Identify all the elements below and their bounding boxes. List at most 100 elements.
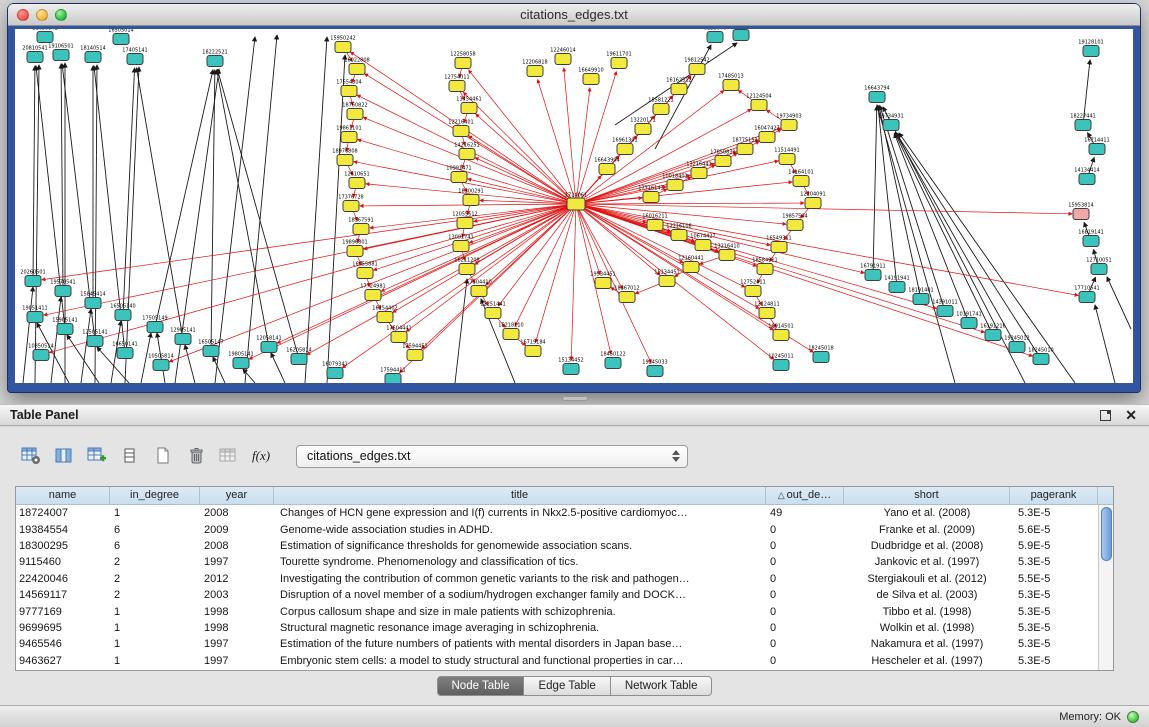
network-edge[interactable] xyxy=(381,204,576,291)
network-edge[interactable] xyxy=(61,64,63,291)
network-canvas[interactable]: 1724061159502421602280817554304187608221… xyxy=(15,29,1133,383)
network-edge[interactable] xyxy=(123,68,135,315)
network-edge[interactable] xyxy=(576,88,590,204)
network-node[interactable]: 12258058 xyxy=(450,52,475,69)
network-edge[interactable] xyxy=(1095,305,1115,383)
network-edge[interactable] xyxy=(873,106,877,275)
network-edge[interactable] xyxy=(475,158,576,204)
network-node[interactable]: 16549311 xyxy=(766,236,791,253)
network-edge[interactable] xyxy=(576,203,804,204)
network-node[interactable]: 17505149 xyxy=(142,316,167,333)
network-node[interactable]: 18245018 xyxy=(808,346,833,363)
network-node[interactable]: 12124811 xyxy=(754,302,779,319)
network-node[interactable]: 16022808 xyxy=(344,58,369,75)
network-node[interactable]: 16254402 xyxy=(372,306,397,323)
network-node[interactable]: 13754461 xyxy=(456,97,481,114)
network-node[interactable]: 16505014 xyxy=(108,29,133,45)
table-row[interactable]: 969969511998Structural magnetic resonanc… xyxy=(16,620,1098,636)
network-node[interactable]: 18367591 xyxy=(348,218,373,235)
network-node[interactable]: 8133046 xyxy=(704,29,726,43)
network-node[interactable]: 16643904 xyxy=(594,158,619,175)
network-node[interactable]: 20810541 xyxy=(22,46,47,63)
tab-edge-table[interactable]: Edge Table xyxy=(524,676,610,696)
network-node[interactable]: 12710051 xyxy=(1086,258,1111,275)
network-node[interactable]: 14191941 xyxy=(884,276,909,293)
close-panel-icon[interactable]: ✕ xyxy=(1125,410,1137,421)
network-node[interactable]: 18222521 xyxy=(202,50,227,67)
network-edge[interactable] xyxy=(1107,277,1131,329)
float-panel-icon[interactable] xyxy=(1100,410,1111,421)
table-settings-icon[interactable] xyxy=(16,442,46,470)
network-edge[interactable] xyxy=(307,204,576,355)
network-node[interactable]: 16505140 xyxy=(110,304,135,321)
table-row[interactable]: 977716911998Corpus callosum shape and si… xyxy=(16,603,1098,619)
window-titlebar[interactable]: citations_edges.txt xyxy=(8,4,1140,26)
network-node[interactable]: 17716141 xyxy=(638,186,663,203)
network-node[interactable]: 18976808 xyxy=(332,149,357,166)
network-node[interactable]: 12905141 xyxy=(170,328,195,345)
table-row[interactable]: 1830029562008Estimation of significance … xyxy=(16,538,1098,554)
table-row[interactable]: 1872400712008Changes of HCN gene express… xyxy=(16,505,1098,521)
network-edge[interactable] xyxy=(455,279,467,383)
network-node[interactable]: 20260501 xyxy=(20,270,45,287)
network-node[interactable]: 15905141 xyxy=(52,318,77,335)
minimize-button[interactable] xyxy=(36,9,48,21)
network-node[interactable]: 17554304 xyxy=(336,80,361,97)
splitter-handle-icon[interactable] xyxy=(562,396,588,401)
network-node[interactable]: 14164101 xyxy=(788,170,813,187)
network-node[interactable]: 15134451 xyxy=(654,270,679,287)
zoom-button[interactable] xyxy=(55,9,67,21)
network-node[interactable]: 15134452 xyxy=(558,358,583,375)
network-node[interactable]: 10245011 xyxy=(768,354,793,371)
network-node[interactable]: 16961301 xyxy=(612,138,637,155)
network-edge[interactable] xyxy=(23,287,33,383)
network-edge[interactable] xyxy=(576,204,864,273)
network-edge[interactable] xyxy=(217,70,299,359)
network-node[interactable]: 15953814 xyxy=(1068,203,1093,220)
network-edge[interactable] xyxy=(486,204,576,285)
close-button[interactable] xyxy=(17,9,29,21)
network-node[interactable]: 17485013 xyxy=(718,74,743,91)
network-node[interactable]: 19051411 xyxy=(22,306,47,323)
network-edge[interactable] xyxy=(576,204,1032,356)
network-node[interactable]: 14216251 xyxy=(454,143,479,160)
network-edge[interactable] xyxy=(271,353,285,383)
network-node[interactable]: 16719184 xyxy=(520,340,545,357)
network-node[interactable]: 15845414 xyxy=(80,292,105,309)
column-header-in_degree[interactable]: in_degree xyxy=(110,487,200,504)
network-node[interactable]: 15218110 xyxy=(498,323,523,340)
row-options-icon[interactable] xyxy=(115,442,145,470)
show-columns-icon[interactable] xyxy=(49,442,79,470)
tab-node-table[interactable]: Node Table xyxy=(437,676,525,696)
network-edge[interactable] xyxy=(51,297,61,383)
network-node[interactable]: 17594451 xyxy=(402,344,427,361)
network-node[interactable]: 16819141 xyxy=(1078,230,1103,247)
map-table-icon[interactable] xyxy=(214,442,244,470)
column-header-year[interactable]: year xyxy=(200,487,274,504)
network-node[interactable]: 16211208 xyxy=(454,258,479,275)
column-header-name[interactable]: name xyxy=(16,487,110,504)
network-node[interactable]: 18367012 xyxy=(614,286,639,303)
column-header-short[interactable]: short xyxy=(844,487,1010,504)
vertical-scrollbar[interactable] xyxy=(1098,505,1113,670)
panel-splitter[interactable] xyxy=(0,392,1149,404)
network-node[interactable]: 12752411 xyxy=(740,280,765,297)
network-node[interactable]: 10505814 xyxy=(148,354,173,371)
column-header-pagerank[interactable]: pagerank xyxy=(1010,487,1098,504)
network-node[interactable]: 15950242 xyxy=(330,36,355,53)
network-node[interactable]: 16649910 xyxy=(578,68,603,85)
network-node[interactable]: 17724981 xyxy=(360,284,385,301)
network-node[interactable]: 16505147 xyxy=(198,340,223,357)
network-node[interactable]: 18300291 xyxy=(458,189,483,206)
network-edge[interactable] xyxy=(365,74,576,204)
table-row[interactable]: 2242004622012Investigating the contribut… xyxy=(16,571,1098,587)
network-edge[interactable] xyxy=(33,66,35,281)
table-row[interactable]: 911546021997Tourette syndrome. Phenomeno… xyxy=(16,554,1098,570)
network-node[interactable]: 12251441 xyxy=(480,302,505,319)
network-node[interactable]: 16079341 xyxy=(322,362,347,379)
network-node[interactable]: 19805141 xyxy=(228,352,253,369)
network-node[interactable]: 19857504 xyxy=(782,214,807,231)
network-node[interactable]: 19812542 xyxy=(684,58,709,75)
table-row[interactable]: 1456911722003Disruption of a novel membe… xyxy=(16,587,1098,603)
network-edge[interactable] xyxy=(35,65,39,383)
